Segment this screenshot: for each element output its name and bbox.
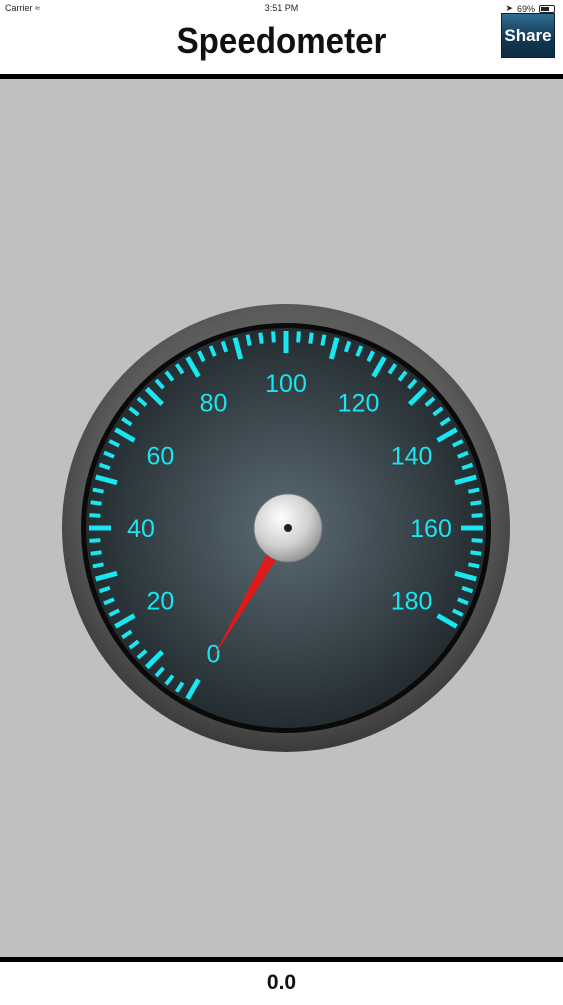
gauge-label-60: 60 (147, 443, 175, 471)
status-time: 3:51 PM (264, 3, 299, 13)
gauge-hub-pin (284, 524, 292, 532)
minor-tick (89, 513, 101, 518)
minor-tick (320, 334, 327, 346)
minor-tick (470, 500, 482, 506)
share-button[interactable]: Share (501, 13, 555, 58)
minor-tick (258, 332, 264, 344)
minor-tick (245, 334, 252, 346)
minor-tick (271, 331, 276, 343)
page-title: Speedometer (176, 20, 387, 61)
speed-readout: 0.0 (266, 971, 297, 994)
gauge-label-160: 160 (410, 515, 452, 543)
gauge-svg: 0 20 40 60 80 100 120 140 160 180 (62, 304, 510, 752)
gauge-label-100: 100 (265, 370, 307, 398)
minor-tick (471, 538, 483, 543)
minor-tick (92, 487, 104, 494)
minor-tick (471, 513, 483, 518)
gauge-label-140: 140 (391, 443, 433, 471)
minor-tick (89, 538, 101, 543)
minor-tick (470, 550, 482, 556)
speedometer-gauge: 0 20 40 60 80 100 120 140 160 180 (56, 298, 516, 763)
status-bar: Carrier ≈ 3:51 PM ➤ 69% (0, 0, 563, 16)
minor-tick (468, 562, 480, 569)
gauge-label-80: 80 (200, 389, 228, 417)
gauge-label-20: 20 (147, 588, 175, 616)
battery-icon (539, 4, 555, 13)
minor-tick (90, 550, 102, 556)
navigation-bar: Speedometer Share (0, 13, 563, 79)
minor-tick (308, 332, 314, 344)
minor-tick (468, 487, 480, 494)
gauge-label-40: 40 (127, 515, 155, 543)
minor-tick (296, 331, 301, 343)
gauge-label-120: 120 (338, 389, 380, 417)
battery-percent: 69% (516, 3, 535, 14)
battery-fill (541, 6, 550, 11)
minor-tick (92, 562, 104, 569)
gauge-label-0: 0 (207, 641, 221, 669)
gauge-label-180: 180 (391, 588, 433, 616)
minor-tick (90, 500, 102, 506)
bottom-bar: 0.0 (0, 957, 563, 1005)
